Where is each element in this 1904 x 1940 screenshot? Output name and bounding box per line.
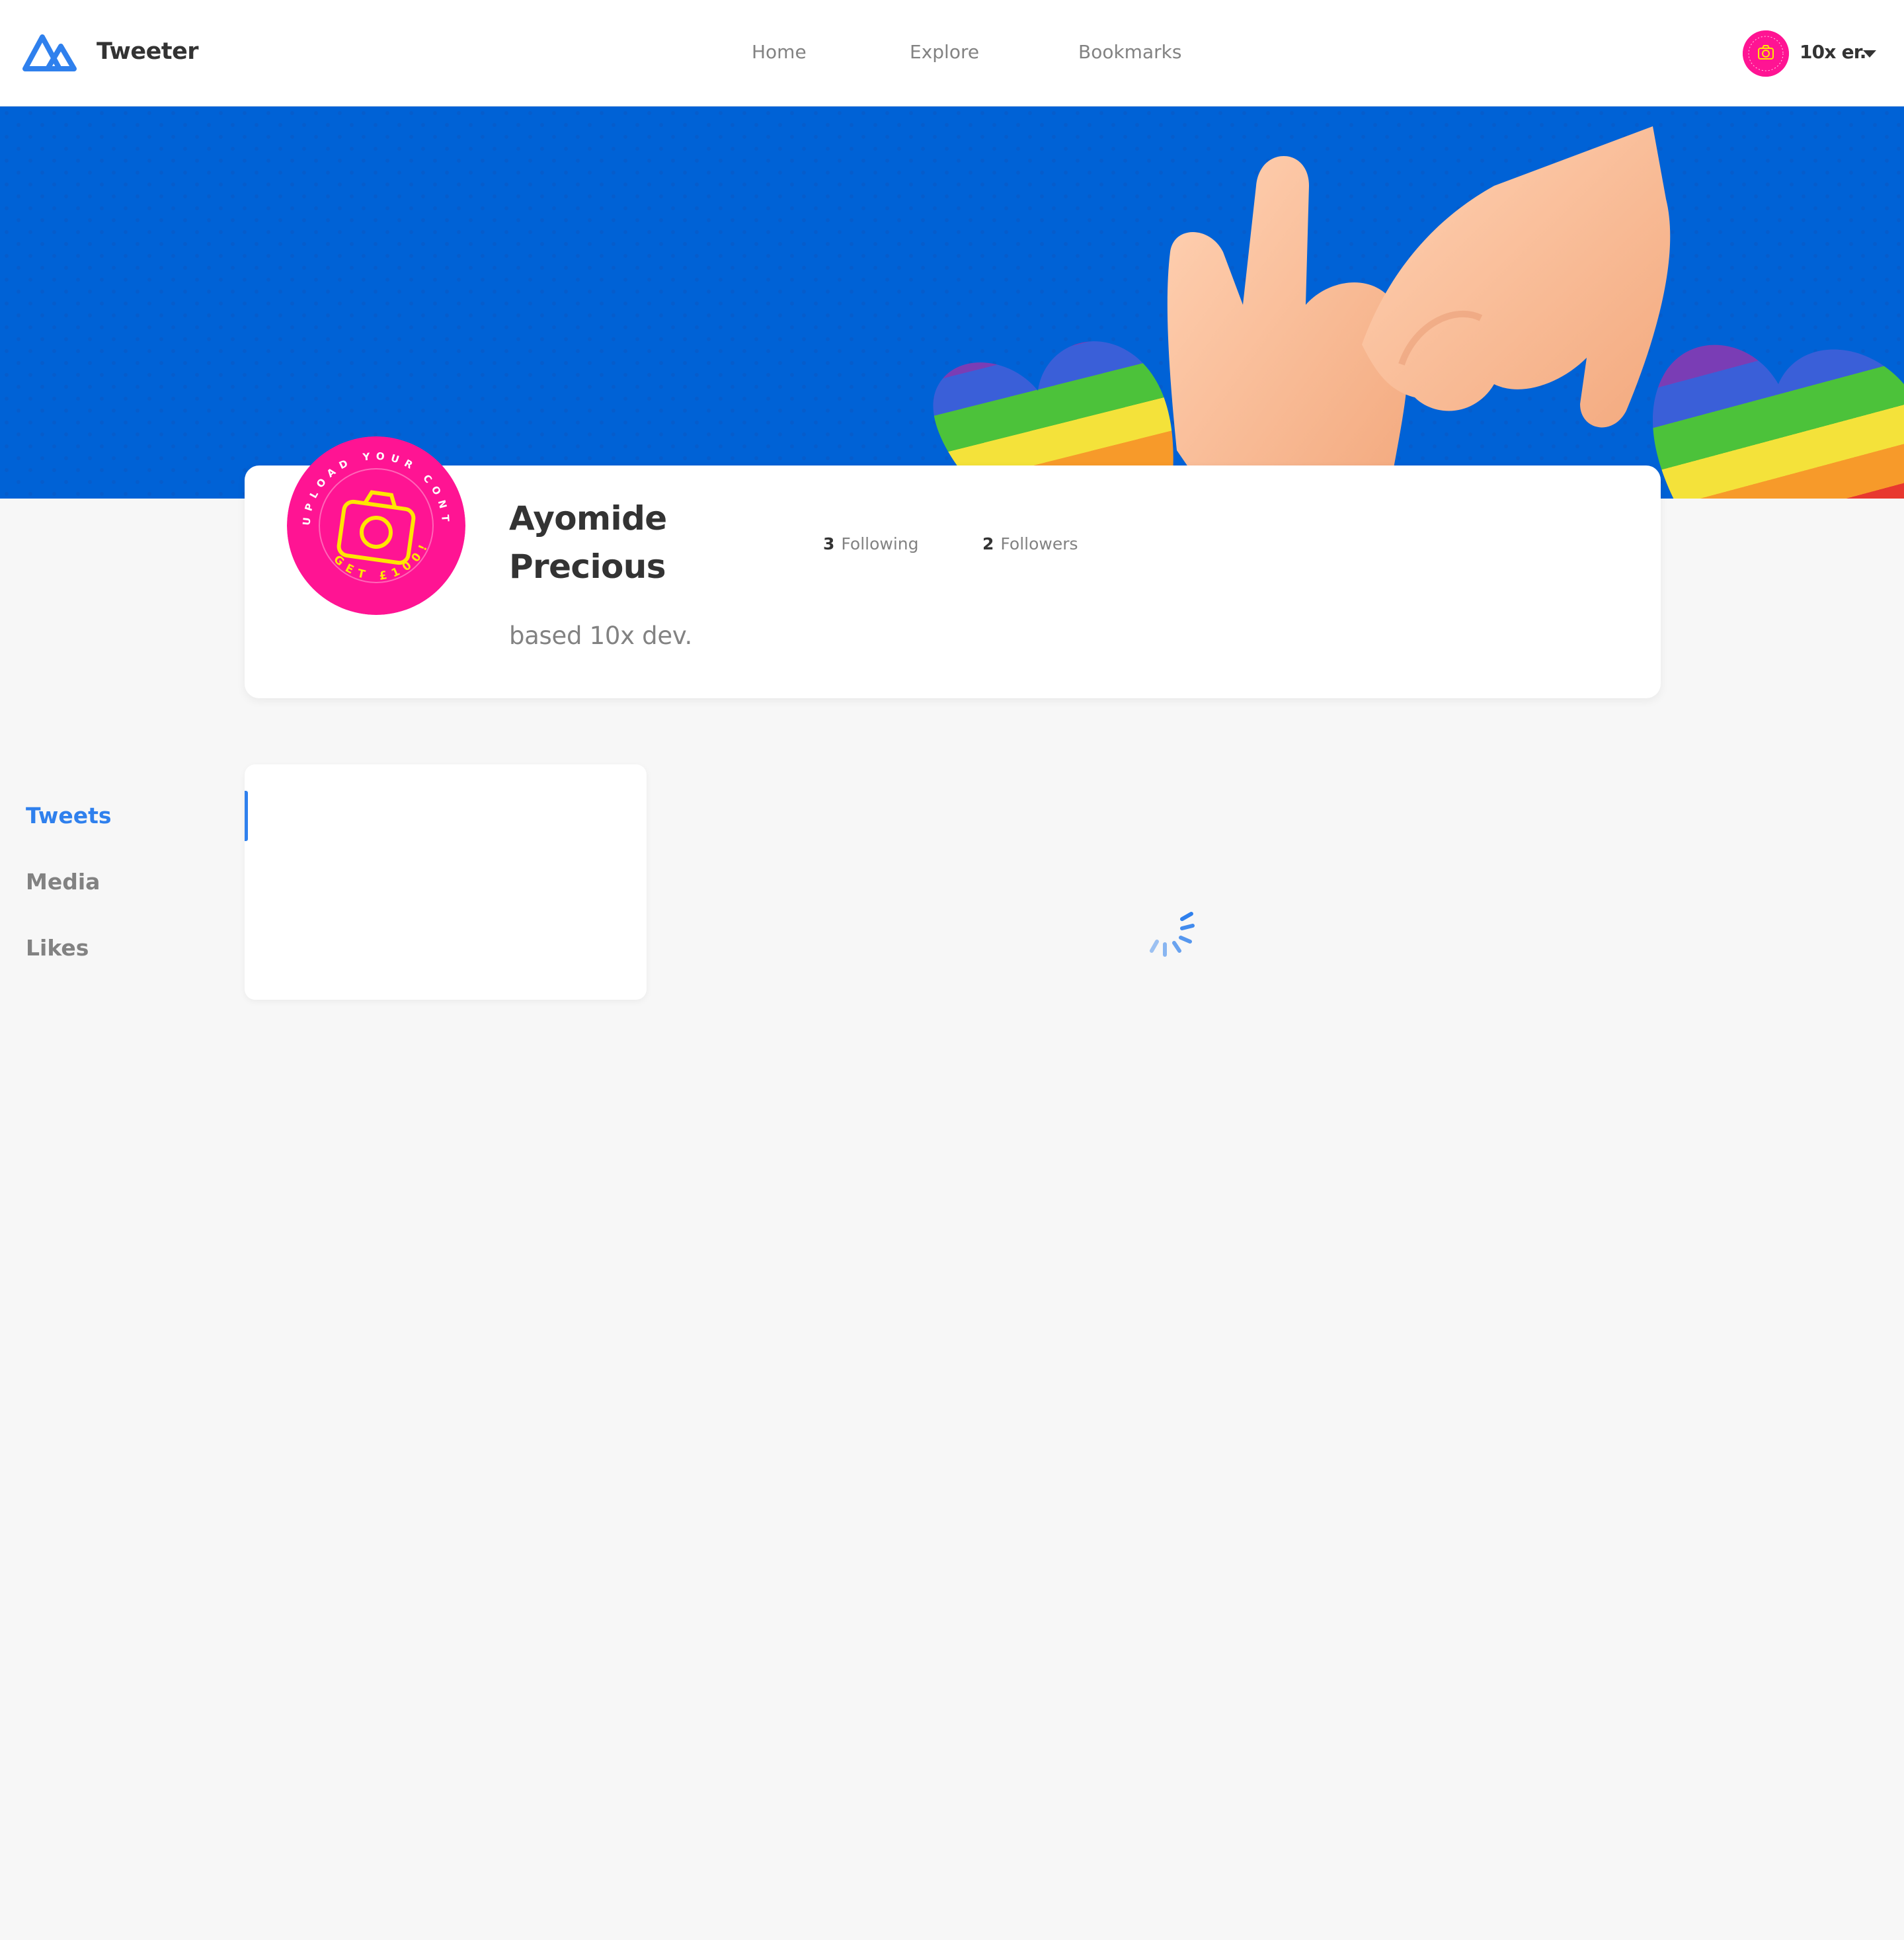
profile-bio: based 10x dev.: [509, 622, 693, 650]
nav-explore-link[interactable]: Explore: [910, 41, 979, 63]
top-navbar: Tweeter Home Explore Bookmarks 10x er.: [0, 0, 1904, 106]
user-name[interactable]: 10x er.: [1800, 41, 1866, 63]
loading-spinner-icon: [1150, 912, 1195, 957]
profile-name: Ayomide Precious: [509, 499, 667, 586]
tab-tweets[interactable]: Tweets: [26, 803, 112, 829]
tab-likes[interactable]: Likes: [26, 935, 89, 961]
tab-media[interactable]: Media: [26, 869, 100, 895]
cover-illustration: [0, 106, 1904, 499]
following-label: Following: [841, 534, 919, 553]
nav-bookmarks-link[interactable]: Bookmarks: [1078, 41, 1181, 63]
profile-avatar[interactable]: UPLOAD YOUR CONTENT GET £100!: [287, 436, 465, 615]
followers-label: Followers: [1000, 534, 1078, 553]
profile-tabs: [245, 764, 647, 1000]
user-avatar[interactable]: [1743, 30, 1789, 77]
user-menu-button[interactable]: 10x er.: [1739, 29, 1891, 78]
active-tab-indicator: [245, 791, 248, 841]
following-stat[interactable]: 3 Following: [823, 534, 918, 553]
nav-home-link[interactable]: Home: [752, 41, 807, 63]
followers-count: 2: [982, 534, 994, 553]
brand-name[interactable]: Tweeter: [97, 38, 199, 65]
followers-stat[interactable]: 2 Followers: [982, 534, 1078, 553]
camera-icon: [1743, 30, 1789, 77]
caret-down-icon[interactable]: [1863, 50, 1876, 58]
tweeter-logo-icon[interactable]: [21, 32, 78, 73]
camera-icon: UPLOAD YOUR CONTENT GET £100!: [287, 436, 465, 615]
cover-image: [0, 106, 1904, 499]
following-count: 3: [823, 534, 835, 553]
